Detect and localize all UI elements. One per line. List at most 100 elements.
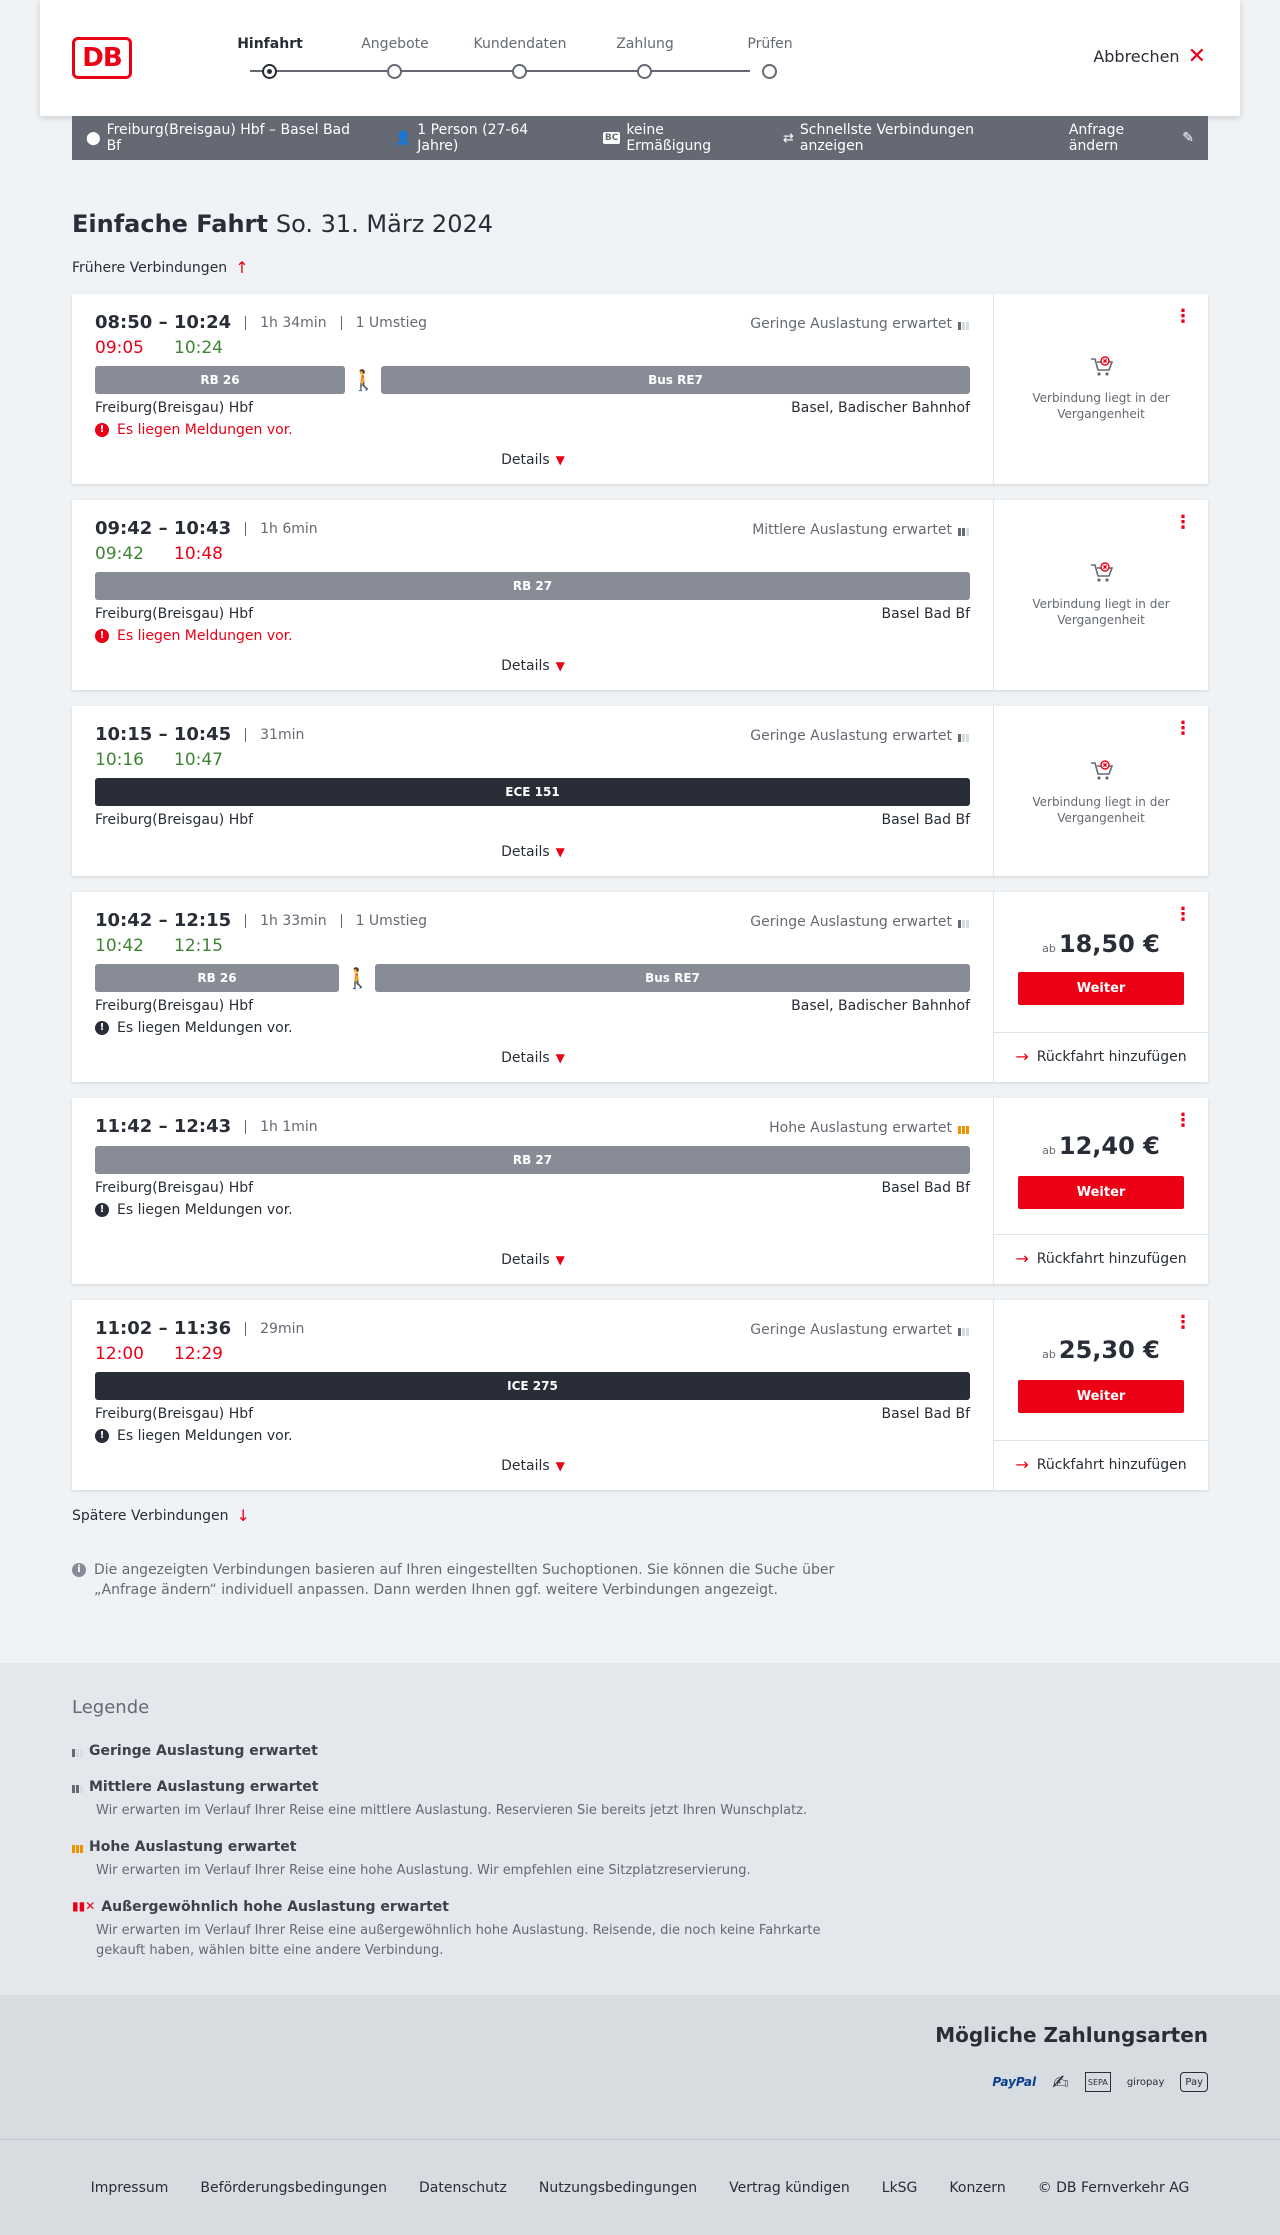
details-toggle[interactable]: Details ▼ (72, 1050, 994, 1066)
connection-card: 10:15 – 10:45 31min 10:16 10:47 Geringe … (72, 706, 1208, 876)
discount-text: keine Ermäßigung (626, 122, 712, 154)
details-toggle[interactable]: Details ▼ (72, 1458, 994, 1474)
connection-details[interactable]: 11:42 – 12:43 1h 1min Hohe Auslastung er… (72, 1098, 994, 1284)
segment-ece151: ECE 151 (95, 778, 970, 806)
notice-message: ! Es liegen Meldungen vor. (95, 422, 293, 438)
applepay-icon: Pay (1180, 2072, 1208, 2092)
origin-station: Freiburg(Breisgau) Hbf (95, 1406, 254, 1422)
giropay-icon: giropay (1126, 2076, 1165, 2088)
cart-unavailable-icon (1091, 760, 1114, 780)
details-label: Details (501, 658, 550, 674)
details-toggle[interactable]: Details ▼ (72, 452, 994, 468)
footer-link-vertrag-kuendigen[interactable]: Vertrag kündigen (729, 2180, 850, 2196)
more-options-icon[interactable]: ⋮ (1174, 1314, 1192, 1332)
connection-times: 09:42 – 10:43 1h 6min (95, 518, 318, 539)
step-label: Hinfahrt (237, 36, 303, 52)
legend-item: Mittlere Auslastung erwartet Wir erwarte… (72, 1779, 972, 1821)
later-connections-link[interactable]: Spätere Verbindungen ↓ (72, 1506, 250, 1525)
footer-links: Impressum Beförderungsbedingungen Datens… (0, 2180, 1280, 2196)
price-prefix: ab (1042, 1348, 1056, 1361)
add-return-button[interactable]: → Rückfahrt hinzufügen (994, 1032, 1208, 1080)
price-prefix: ab (1042, 942, 1056, 955)
change-query-button[interactable]: Anfrage ändern ✎ (1069, 122, 1194, 154)
add-return-label: Rückfahrt hinzufügen (1036, 1250, 1187, 1267)
offer-panel: ⋮ ab 18,50 € Weiter → Rückfahrt hinzufüge… (994, 892, 1208, 1082)
footer-link-konzern[interactable]: Konzern (949, 2180, 1005, 2196)
price-value: 18,50 € (1058, 930, 1160, 958)
step-dot (262, 64, 277, 79)
connection-details[interactable]: 10:42 – 12:15 1h 33min 1 Umstieg 10:42 12… (72, 892, 994, 1082)
payment-icons: PayPal ✍ SEPA giropay Pay (992, 2067, 1208, 2097)
details-toggle[interactable]: Details ▼ (72, 658, 994, 674)
cart-unavailable-icon (1091, 356, 1114, 376)
details-toggle[interactable]: Details ▼ (72, 1252, 994, 1268)
footer-link-nutzungsbedingungen[interactable]: Nutzungsbedingungen (539, 2180, 697, 2196)
route-text: Freiburg(Breisgau) Hbf – Basel Bad Bf (106, 122, 351, 154)
destination-station: Basel, Badischer Bahnhof (791, 400, 970, 416)
destination-station: Basel Bad Bf (881, 812, 970, 828)
info-text: Die angezeigten Verbindungen basieren au… (94, 1562, 835, 1598)
details-label: Details (501, 1050, 550, 1066)
footer-link-lksg[interactable]: LkSG (882, 2180, 918, 2196)
connection-details[interactable]: 09:42 – 10:43 1h 6min 09:42 10:48 Mittle… (72, 500, 994, 690)
transfers: 1 Umstieg (340, 315, 427, 330)
legend-item-desc: Wir erwarten im Verlauf Ihrer Reise eine… (96, 1863, 751, 1878)
connection-times: 11:42 – 12:43 1h 1min (95, 1116, 318, 1137)
notice-text: Es liegen Meldungen vor. (117, 422, 293, 438)
occupancy-low-icon (958, 1325, 969, 1336)
person-icon: 👤 (395, 130, 412, 146)
realtime-departure: 10:42 (95, 936, 144, 956)
connection-details[interactable]: 11:02 – 11:36 29min 12:00 12:29 Geringe … (72, 1300, 994, 1490)
connection-details[interactable]: 08:50 – 10:24 1h 34min 1 Umstieg 09:05 10… (72, 294, 994, 484)
later-connections-label: Spätere Verbindungen (72, 1507, 229, 1524)
realtime-departure: 09:42 (95, 544, 144, 564)
step-label: Prüfen (747, 36, 793, 52)
cancel-button[interactable]: Abbrechen ✕ (1093, 45, 1206, 67)
occupancy: Geringe Auslastung erwartet (750, 914, 969, 930)
stations: Freiburg(Breisgau) Hbf Basel, Badischer … (95, 400, 970, 416)
connection-card: 09:42 – 10:43 1h 6min 09:42 10:48 Mittle… (72, 500, 1208, 690)
footer-link-datenschutz[interactable]: Datenschutz (419, 2180, 507, 2196)
db-logo[interactable]: DB (72, 37, 132, 79)
notice-text: Es liegen Meldungen vor. (117, 1020, 293, 1036)
details-label: Details (501, 844, 550, 860)
earlier-connections-link[interactable]: Frühere Verbindungen ↑ (72, 258, 249, 277)
destination-station: Basel Bad Bf (881, 1180, 970, 1196)
footer: Impressum Beförderungsbedingungen Datens… (0, 2139, 1280, 2235)
add-return-button[interactable]: → Rückfahrt hinzufügen (994, 1234, 1208, 1282)
price-value: 12,40 € (1058, 1132, 1160, 1160)
duration: 1h 34min (245, 315, 327, 330)
connection-details[interactable]: 10:15 – 10:45 31min 10:16 10:47 Geringe … (72, 706, 994, 876)
legend-item: Geringe Auslastung erwartet (72, 1743, 972, 1759)
arrow-right-icon: → (1015, 1047, 1029, 1066)
more-options-icon[interactable]: ⋮ (1174, 720, 1192, 738)
notice-text: Es liegen Meldungen vor. (117, 1202, 293, 1218)
continue-button[interactable]: Weiter (1018, 972, 1184, 1005)
add-return-button[interactable]: → Rückfahrt hinzufügen (994, 1440, 1208, 1488)
step-label: Angebote (361, 36, 429, 52)
stations: Freiburg(Breisgau) Hbf Basel, Badischer … (95, 998, 970, 1014)
continue-button[interactable]: Weiter (1018, 1380, 1184, 1413)
footer-link-impressum[interactable]: Impressum (91, 2180, 169, 2196)
more-options-icon[interactable]: ⋮ (1174, 514, 1192, 532)
occupancy-label: Geringe Auslastung erwartet (750, 914, 952, 930)
continue-button[interactable]: Weiter (1018, 1176, 1184, 1209)
legend: Legende Geringe Auslastung erwartet Mitt… (0, 1663, 1280, 1995)
footer-link-befoerderungsbedingungen[interactable]: Beförderungsbedingungen (200, 2180, 387, 2196)
more-options-icon[interactable]: ⋮ (1174, 308, 1192, 326)
journey-segments: RB 26 🚶 Bus RE7 (95, 964, 970, 992)
details-toggle[interactable]: Details ▼ (72, 844, 994, 860)
origin-station: Freiburg(Breisgau) Hbf (95, 606, 254, 622)
price: ab 18,50 € (994, 930, 1208, 958)
persons-summary: 👤 1 Person (27-64 Jahre) (395, 122, 569, 154)
more-options-icon[interactable]: ⋮ (1174, 906, 1192, 924)
origin-station: Freiburg(Breisgau) Hbf (95, 812, 254, 828)
occupancy-low-icon (958, 319, 969, 330)
details-label: Details (501, 1458, 550, 1474)
bahncard-icon: BC (602, 132, 621, 144)
connection-times: 08:50 – 10:24 1h 34min 1 Umstieg (95, 312, 427, 333)
more-options-icon[interactable]: ⋮ (1174, 1112, 1192, 1130)
search-summary-bar: ⬤ Freiburg(Breisgau) Hbf – Basel Bad Bf … (72, 116, 1208, 160)
footer-copyright: © DB Fernverkehr AG (1037, 2180, 1190, 2196)
realtime-departure: 09:05 (95, 338, 144, 358)
